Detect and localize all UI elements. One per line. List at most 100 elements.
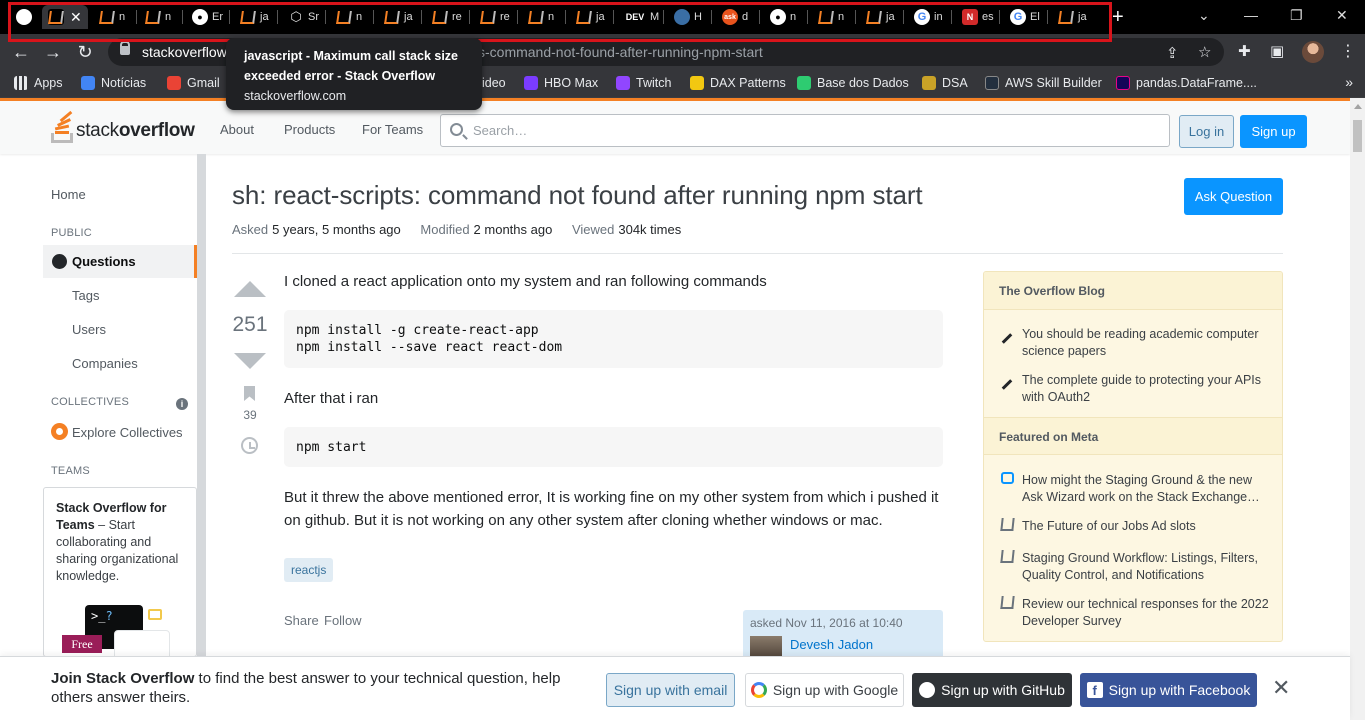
share-icon[interactable]: ⇪ xyxy=(1166,44,1179,62)
tab[interactable]: n xyxy=(330,5,374,29)
sidebar-item-home[interactable]: Home xyxy=(51,187,86,202)
so-topbar: stackoverflow About Products For Teams S… xyxy=(0,98,1350,154)
tab[interactable]: n xyxy=(139,5,183,29)
tab[interactable]: G El xyxy=(1004,5,1048,29)
tab[interactable]: ● Er xyxy=(186,5,230,29)
page-scrollbar[interactable] xyxy=(1350,98,1365,720)
bookmark-dax-patterns[interactable]: DAX Patterns xyxy=(690,76,786,90)
modified-time[interactable]: 2 months ago xyxy=(474,222,553,237)
tab[interactable]: Gin xyxy=(908,5,952,29)
tab[interactable]: ask d xyxy=(716,5,760,29)
info-icon[interactable]: i xyxy=(176,398,188,410)
pandas-icon xyxy=(1116,76,1130,90)
so-logo[interactable]: stackoverflow xyxy=(50,110,195,143)
tab-pinned[interactable] xyxy=(10,5,40,29)
tab-active[interactable]: ✕ xyxy=(42,5,88,29)
tab[interactable]: n xyxy=(812,5,856,29)
asked-time: 5 years, 5 months ago xyxy=(272,222,401,237)
bookmarks-overflow-icon[interactable]: » xyxy=(1345,74,1353,90)
follow-link[interactable]: Follow xyxy=(324,613,362,628)
sidebar-heading-collectives: COLLECTIVES xyxy=(51,396,130,408)
tab[interactable]: ja xyxy=(378,5,422,29)
bookmark-hbo-max[interactable]: HBO Max xyxy=(524,76,598,90)
bookmark-noticias[interactable]: Notícias xyxy=(81,76,146,90)
profile-avatar[interactable] xyxy=(1302,41,1324,63)
tag-reactjs[interactable]: reactjs xyxy=(284,558,334,582)
signup-email-button[interactable]: Sign up with email xyxy=(606,673,735,707)
sidebar-item-questions[interactable]: Questions xyxy=(43,245,197,278)
bookmark-gmail[interactable]: Gmail xyxy=(167,76,220,90)
bookmark-aws[interactable]: AWS Skill Builder xyxy=(985,76,1102,90)
sidebar-item-tags[interactable]: Tags xyxy=(72,288,99,303)
tab[interactable]: n xyxy=(522,5,566,29)
tab[interactable]: re xyxy=(474,5,518,29)
author-name[interactable]: Devesh Jadon xyxy=(790,637,873,652)
tab[interactable]: DEV M xyxy=(618,5,664,29)
history-icon[interactable] xyxy=(241,437,258,454)
bookmark-video[interactable]: ideo xyxy=(482,76,506,90)
upvote-icon[interactable] xyxy=(234,281,266,297)
side-panel-icon[interactable]: ▣ xyxy=(1270,42,1284,60)
signup-google-button[interactable]: Sign up with Google xyxy=(745,673,904,707)
close-icon[interactable]: ✕ xyxy=(1272,677,1290,699)
signup-github-button[interactable]: Sign up with GitHub xyxy=(912,673,1072,707)
bookmark-dsa[interactable]: DSA xyxy=(922,76,968,90)
signup-facebook-button[interactable]: f Sign up with Facebook xyxy=(1080,673,1257,707)
tab-close-icon[interactable]: ✕ xyxy=(70,9,82,26)
question-meta: Asked 5 years, 5 months ago Modified 2 mon… xyxy=(232,222,682,237)
star-icon[interactable]: ☆ xyxy=(1198,43,1211,61)
tab[interactable]: ja xyxy=(1052,5,1096,29)
sidebar-item-explore-collectives[interactable]: Explore Collectives xyxy=(72,425,183,440)
meta-item[interactable]: Review our technical responses for the 2… xyxy=(1022,596,1272,630)
tab[interactable]: ⬡ Sr xyxy=(282,5,326,29)
ask-question-button[interactable]: Ask Question xyxy=(1184,178,1283,215)
reload-icon[interactable]: ↻ xyxy=(74,41,96,63)
bookmark-icon[interactable] xyxy=(244,386,255,401)
tab[interactable]: ja xyxy=(860,5,904,29)
google-icon: G xyxy=(914,9,930,25)
bookmark-twitch[interactable]: Twitch xyxy=(616,76,671,90)
tab-search-icon[interactable]: ⌄ xyxy=(1198,7,1210,24)
meta-item[interactable]: Staging Ground Workflow: Listings, Filte… xyxy=(1022,550,1272,584)
search-input[interactable]: Search… xyxy=(440,114,1170,147)
google-icon: G xyxy=(1010,9,1026,25)
minimize-icon[interactable]: — xyxy=(1244,7,1258,23)
tab[interactable]: n xyxy=(93,5,137,29)
dsa-icon xyxy=(922,76,936,90)
tab[interactable]: re xyxy=(426,5,470,29)
blog-item[interactable]: The complete guide to protecting your AP… xyxy=(1022,372,1272,406)
tab[interactable]: Nes xyxy=(956,5,1000,29)
tab[interactable]: ● n xyxy=(764,5,808,29)
downvote-icon[interactable] xyxy=(234,353,266,369)
back-icon[interactable]: ← xyxy=(10,41,32,63)
menu-icon[interactable]: ⋮ xyxy=(1340,41,1356,61)
meta-item[interactable]: The Future of our Jobs Ad slots xyxy=(1022,518,1272,535)
code-block: npm install -g create-react-app npm inst… xyxy=(284,310,943,368)
forward-icon[interactable]: → xyxy=(42,41,64,63)
new-tab-button[interactable]: + xyxy=(1112,7,1124,27)
meta-item[interactable]: How might the Staging Ground & the new A… xyxy=(1022,472,1272,506)
sidebar-item-users[interactable]: Users xyxy=(72,322,106,337)
apps-grid-icon xyxy=(14,76,28,90)
signup-button[interactable]: Sign up xyxy=(1240,115,1307,148)
maximize-icon[interactable]: ❐ xyxy=(1290,7,1303,24)
nav-products[interactable]: Products xyxy=(284,122,335,137)
nav-for-teams[interactable]: For Teams xyxy=(362,122,423,137)
nav-about[interactable]: About xyxy=(220,122,254,137)
sidebar-item-companies[interactable]: Companies xyxy=(72,356,138,371)
tab[interactable]: H xyxy=(668,5,712,29)
tab[interactable]: ja xyxy=(570,5,614,29)
bookmark-apps[interactable]: Apps xyxy=(14,76,63,90)
question-title[interactable]: sh: react-scripts: command not found aft… xyxy=(232,180,923,211)
bookmark-base-dos-dados[interactable]: Base dos Dados xyxy=(797,76,909,90)
bookmark-pandas[interactable]: pandas.DataFrame.... xyxy=(1116,76,1257,90)
close-window-icon[interactable]: ✕ xyxy=(1336,7,1348,24)
teams-promo[interactable]: Stack Overflow for Teams – Start collabo… xyxy=(43,487,197,660)
owner-card: asked Nov 11, 2016 at 10:40 Devesh Jadon xyxy=(743,610,943,660)
extensions-icon[interactable]: ✚ xyxy=(1238,42,1251,60)
login-button[interactable]: Log in xyxy=(1179,115,1234,148)
tab[interactable]: ja xyxy=(234,5,278,29)
hbo-icon xyxy=(524,76,538,90)
blog-item[interactable]: You should be reading academic computer … xyxy=(1022,326,1272,360)
share-link[interactable]: Share xyxy=(284,613,319,628)
